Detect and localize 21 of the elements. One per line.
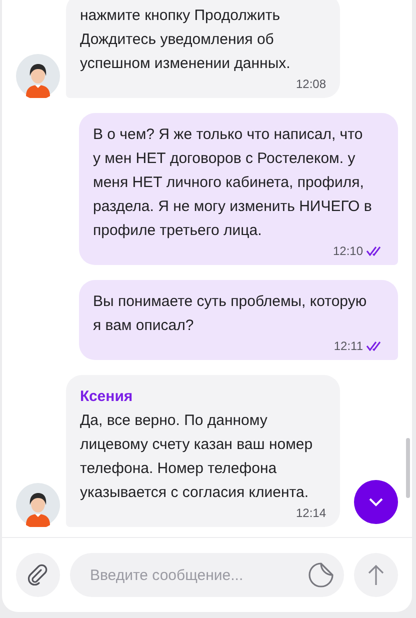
- scrollbar-thumb[interactable]: [406, 438, 410, 498]
- agent-name: Ксения: [80, 387, 134, 407]
- message-time: 12:11: [334, 338, 363, 354]
- message-time: 12:08: [296, 76, 326, 92]
- avatar-silhouette: [16, 483, 60, 527]
- avatar-silhouette: [16, 54, 60, 98]
- message-input[interactable]: Введите сообщение...: [88, 566, 308, 584]
- message-time: 12:10: [332, 243, 363, 259]
- send-button[interactable]: [354, 553, 398, 597]
- attach-button[interactable]: [16, 553, 60, 597]
- scroll-down-button[interactable]: [354, 480, 398, 524]
- paperclip-icon: [27, 564, 49, 586]
- chevron-down-icon: [368, 497, 384, 507]
- arrow-up-icon: [367, 564, 385, 586]
- message-field[interactable]: Введите сообщение...: [70, 553, 344, 597]
- sticker-icon: [308, 562, 334, 588]
- message-text: нажмите кнопку Продолжить Дождитесь уведомления об успешном изменении данных.: [80, 6, 292, 74]
- message-text: В о чем? Я же только что написал, что у мен НЕТ договоров с Ростелеком. у меня НЕТ личного кабинета, профиля, раздела. Я не могу изменить НИЧЕГО в профиле третьего лица.: [93, 125, 373, 241]
- message-text: Вы понимаете суть проблемы, которую я вам описал?: [93, 292, 368, 336]
- message-time: 12:14: [296, 505, 326, 521]
- message-text: Да, все верно. По данному лицевому счету казан ваш номер телефона. Номер телефона указывается с согласия клиента.: [80, 411, 314, 503]
